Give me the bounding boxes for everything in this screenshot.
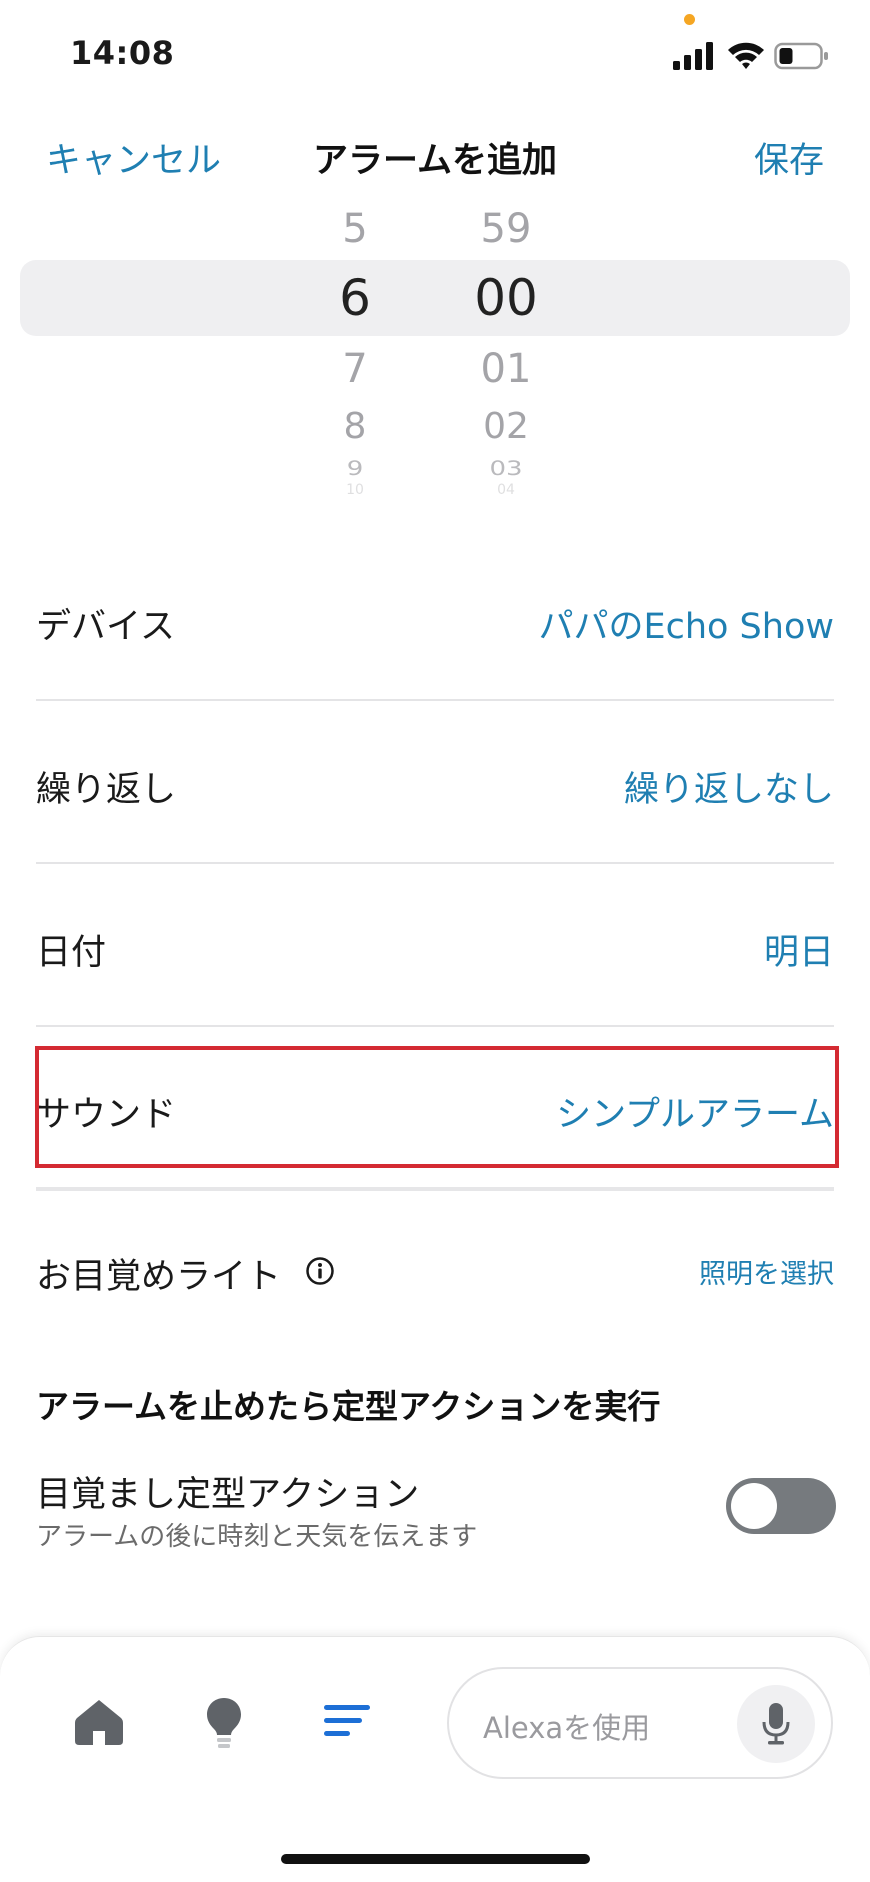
minute-selected[interactable]: 00 (436, 269, 576, 327)
toggle-knob (731, 1483, 777, 1529)
wifi-icon (728, 42, 764, 69)
minute-option[interactable]: 04 (436, 482, 576, 498)
cellular-signal-icon (673, 42, 713, 70)
hour-option[interactable]: 7 (285, 346, 425, 392)
minute-wheel[interactable]: 59 00 01 02 03 04 (436, 196, 576, 498)
repeat-label: 繰り返し (36, 770, 177, 810)
wake-light-label: お目覚めライト (36, 1257, 282, 1297)
minute-option[interactable]: 02 (436, 406, 576, 447)
hour-option[interactable]: 8 (285, 406, 425, 447)
minute-option[interactable]: 03 (436, 458, 576, 481)
divider (36, 699, 834, 701)
lightbulb-icon[interactable] (206, 1697, 242, 1751)
date-row[interactable]: 日付 明日 (36, 896, 834, 996)
cancel-button[interactable]: キャンセル (46, 132, 221, 183)
nav-header: アラームを追加 キャンセル 保存 (0, 120, 870, 190)
status-bar: 14:08 (0, 0, 870, 110)
microphone-icon (762, 1703, 790, 1745)
activity-list-icon[interactable] (324, 1703, 370, 1739)
wake-light-row[interactable]: お目覚めライト 照明を選択 (36, 1222, 834, 1322)
routine-subtitle: アラームの後に時刻と天気を伝えます (36, 1522, 478, 1552)
date-label: 日付 (36, 933, 107, 973)
routine-toggle[interactable] (726, 1478, 836, 1534)
alexa-placeholder: Alexaを使用 (483, 1711, 651, 1745)
routine-title: 目覚まし定型アクション (36, 1475, 420, 1515)
date-value[interactable]: 明日 (764, 924, 834, 975)
device-value[interactable]: パパのEcho Show (538, 598, 834, 649)
save-button[interactable]: 保存 (754, 132, 824, 183)
home-icon[interactable] (74, 1697, 124, 1747)
repeat-row[interactable]: 繰り返し 繰り返しなし (36, 733, 834, 833)
status-time: 14:08 (70, 34, 175, 72)
bottom-tab-bar: Alexaを使用 (0, 1636, 870, 1882)
time-picker[interactable]: 5 6 7 8 9 10 59 00 01 02 03 04 (0, 196, 870, 498)
minute-option[interactable]: 59 (436, 206, 576, 252)
info-icon[interactable] (305, 1256, 335, 1286)
hour-wheel[interactable]: 5 6 7 8 9 10 (285, 196, 425, 498)
picker-selection-highlight (20, 260, 850, 336)
privacy-indicator-dot (684, 14, 695, 25)
home-indicator (281, 1854, 590, 1864)
hour-option[interactable]: 10 (285, 482, 425, 498)
hour-selected[interactable]: 6 (285, 269, 425, 327)
section-title: アラームを止めたら定型アクションを実行 (36, 1387, 661, 1426)
device-label: デバイス (36, 607, 175, 647)
wake-light-value[interactable]: 照明を選択 (699, 1252, 834, 1291)
alexa-input[interactable]: Alexaを使用 (447, 1667, 833, 1779)
divider (36, 1187, 834, 1191)
divider (36, 1025, 834, 1027)
mic-button[interactable] (737, 1685, 815, 1763)
repeat-value[interactable]: 繰り返しなし (624, 761, 834, 812)
device-row[interactable]: デバイス パパのEcho Show (36, 570, 834, 670)
hour-option[interactable]: 9 (285, 458, 425, 481)
minute-option[interactable]: 01 (436, 346, 576, 392)
battery-icon (774, 42, 828, 70)
divider (36, 862, 834, 864)
sound-row-highlight-box (35, 1046, 839, 1168)
hour-option[interactable]: 5 (285, 206, 425, 252)
